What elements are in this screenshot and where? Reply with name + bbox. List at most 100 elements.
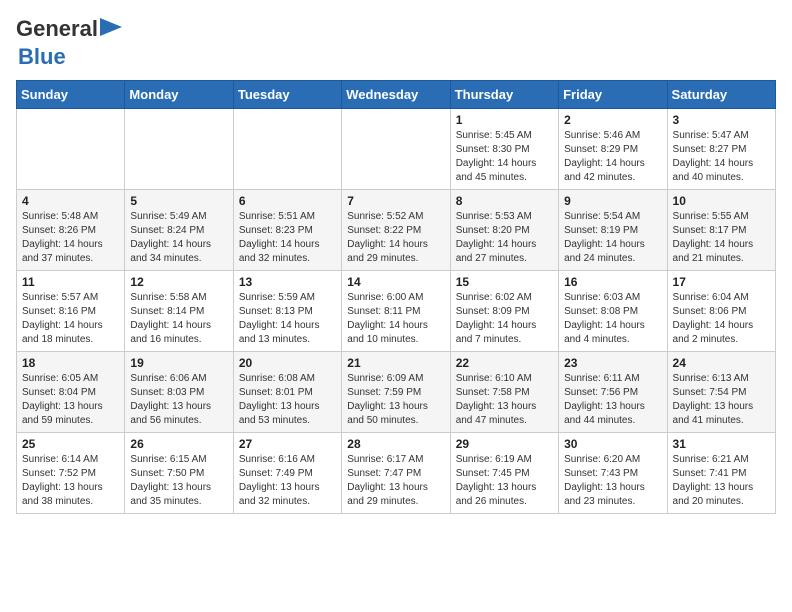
day-info: Sunrise: 6:05 AM Sunset: 8:04 PM Dayligh… [22,372,119,428]
day-info: Sunrise: 6:20 AM Sunset: 7:43 PM Dayligh… [564,453,661,509]
calendar-week-row: 25 Sunrise: 6:14 AM Sunset: 7:52 PM Dayli… [17,433,776,514]
day-info: Sunrise: 6:09 AM Sunset: 7:59 PM Dayligh… [347,372,444,428]
calendar-cell: 31Sunrise: 6:21 AM Sunset: 7:41 PM Dayli… [667,433,775,514]
day-number: 1 [456,113,553,127]
logo-general: General [16,16,98,41]
day-info: Sunrise: 6:19 AM Sunset: 7:45 PM Dayligh… [456,453,553,509]
day-number: 11 [22,275,119,289]
day-number: 8 [456,194,553,208]
calendar-cell [125,109,233,190]
day-number: 5 [130,194,227,208]
day-info: Sunrise: 6:08 AM Sunset: 8:01 PM Dayligh… [239,372,336,428]
calendar-cell: 23 Sunrise: 6:11 AM Sunset: 7:56 PM Dayli… [559,352,667,433]
day-number: 3 [673,113,770,127]
calendar-cell: 5Sunrise: 5:49 AM Sunset: 8:24 PM Daylig… [125,190,233,271]
calendar-cell: 18 Sunrise: 6:05 AM Sunset: 8:04 PM Dayli… [17,352,125,433]
day-number: 10 [673,194,770,208]
day-number: 16 [564,275,661,289]
calendar-cell [233,109,341,190]
logo-arrow-icon [100,18,122,36]
calendar-week-row: 18 Sunrise: 6:05 AM Sunset: 8:04 PM Dayli… [17,352,776,433]
calendar-week-row: 4Sunrise: 5:48 AM Sunset: 8:26 PM Daylig… [17,190,776,271]
day-info: Sunrise: 5:55 AM Sunset: 8:17 PM Dayligh… [673,210,770,266]
logo: General Blue [16,16,98,70]
day-number: 14 [347,275,444,289]
calendar-cell: 11 Sunrise: 5:57 AM Sunset: 8:16 PM Dayli… [17,271,125,352]
day-number: 23 [564,356,661,370]
calendar-cell: 24 Sunrise: 6:13 AM Sunset: 7:54 PM Dayli… [667,352,775,433]
calendar-cell: 15 Sunrise: 6:02 AM Sunset: 8:09 PM Dayli… [450,271,558,352]
calendar-cell: 25 Sunrise: 6:14 AM Sunset: 7:52 PM Dayli… [17,433,125,514]
day-number: 15 [456,275,553,289]
day-number: 6 [239,194,336,208]
calendar-cell: 30 Sunrise: 6:20 AM Sunset: 7:43 PM Dayli… [559,433,667,514]
calendar-cell: 28Sunrise: 6:17 AM Sunset: 7:47 PM Dayli… [342,433,450,514]
day-info: Sunrise: 5:57 AM Sunset: 8:16 PM Dayligh… [22,291,119,347]
day-info: Sunrise: 6:06 AM Sunset: 8:03 PM Dayligh… [130,372,227,428]
day-info: Sunrise: 6:00 AM Sunset: 8:11 PM Dayligh… [347,291,444,347]
day-info: Sunrise: 6:15 AM Sunset: 7:50 PM Dayligh… [130,453,227,509]
calendar-week-row: 1Sunrise: 5:45 AM Sunset: 8:30 PM Daylig… [17,109,776,190]
calendar-cell: 1Sunrise: 5:45 AM Sunset: 8:30 PM Daylig… [450,109,558,190]
day-info: Sunrise: 6:17 AM Sunset: 7:47 PM Dayligh… [347,453,444,509]
day-info: Sunrise: 6:02 AM Sunset: 8:09 PM Dayligh… [456,291,553,347]
day-number: 29 [456,437,553,451]
calendar-cell: 16 Sunrise: 6:03 AM Sunset: 8:08 PM Dayli… [559,271,667,352]
day-number: 18 [22,356,119,370]
day-info: Sunrise: 6:11 AM Sunset: 7:56 PM Dayligh… [564,372,661,428]
page-header: General Blue [16,16,776,70]
day-info: Sunrise: 6:16 AM Sunset: 7:49 PM Dayligh… [239,453,336,509]
day-info: Sunrise: 5:58 AM Sunset: 8:14 PM Dayligh… [130,291,227,347]
weekday-header-saturday: Saturday [667,81,775,109]
day-number: 30 [564,437,661,451]
day-info: Sunrise: 6:04 AM Sunset: 8:06 PM Dayligh… [673,291,770,347]
day-info: Sunrise: 6:03 AM Sunset: 8:08 PM Dayligh… [564,291,661,347]
calendar-cell: 7 Sunrise: 5:52 AM Sunset: 8:22 PM Daylig… [342,190,450,271]
day-number: 26 [130,437,227,451]
calendar-cell: 29 Sunrise: 6:19 AM Sunset: 7:45 PM Dayli… [450,433,558,514]
day-info: Sunrise: 5:52 AM Sunset: 8:22 PM Dayligh… [347,210,444,266]
day-number: 12 [130,275,227,289]
calendar-cell: 14 Sunrise: 6:00 AM Sunset: 8:11 PM Dayli… [342,271,450,352]
weekday-header-friday: Friday [559,81,667,109]
weekday-header-wednesday: Wednesday [342,81,450,109]
day-number: 13 [239,275,336,289]
day-info: Sunrise: 5:54 AM Sunset: 8:19 PM Dayligh… [564,210,661,266]
calendar-week-row: 11 Sunrise: 5:57 AM Sunset: 8:16 PM Dayli… [17,271,776,352]
day-info: Sunrise: 6:13 AM Sunset: 7:54 PM Dayligh… [673,372,770,428]
calendar-cell: 3 Sunrise: 5:47 AM Sunset: 8:27 PM Daylig… [667,109,775,190]
calendar-cell: 6 Sunrise: 5:51 AM Sunset: 8:23 PM Daylig… [233,190,341,271]
calendar-table: SundayMondayTuesdayWednesdayThursdayFrid… [16,80,776,514]
calendar-cell: 8Sunrise: 5:53 AM Sunset: 8:20 PM Daylig… [450,190,558,271]
weekday-header-row: SundayMondayTuesdayWednesdayThursdayFrid… [17,81,776,109]
day-number: 21 [347,356,444,370]
day-number: 19 [130,356,227,370]
day-info: Sunrise: 5:46 AM Sunset: 8:29 PM Dayligh… [564,129,661,185]
weekday-header-tuesday: Tuesday [233,81,341,109]
day-info: Sunrise: 5:59 AM Sunset: 8:13 PM Dayligh… [239,291,336,347]
day-number: 7 [347,194,444,208]
day-info: Sunrise: 6:21 AM Sunset: 7:41 PM Dayligh… [673,453,770,509]
calendar-cell: 12 Sunrise: 5:58 AM Sunset: 8:14 PM Dayli… [125,271,233,352]
calendar-cell: 17 Sunrise: 6:04 AM Sunset: 8:06 PM Dayli… [667,271,775,352]
day-info: Sunrise: 5:47 AM Sunset: 8:27 PM Dayligh… [673,129,770,185]
calendar-cell [342,109,450,190]
calendar-cell: 4Sunrise: 5:48 AM Sunset: 8:26 PM Daylig… [17,190,125,271]
logo-blue: Blue [18,44,66,69]
day-info: Sunrise: 5:51 AM Sunset: 8:23 PM Dayligh… [239,210,336,266]
calendar-cell: 20 Sunrise: 6:08 AM Sunset: 8:01 PM Dayli… [233,352,341,433]
day-number: 20 [239,356,336,370]
calendar-cell: 22Sunrise: 6:10 AM Sunset: 7:58 PM Dayli… [450,352,558,433]
calendar-cell: 19 Sunrise: 6:06 AM Sunset: 8:03 PM Dayli… [125,352,233,433]
day-info: Sunrise: 6:14 AM Sunset: 7:52 PM Dayligh… [22,453,119,509]
calendar-cell [17,109,125,190]
day-number: 22 [456,356,553,370]
weekday-header-sunday: Sunday [17,81,125,109]
day-number: 17 [673,275,770,289]
day-info: Sunrise: 5:48 AM Sunset: 8:26 PM Dayligh… [22,210,119,266]
calendar-cell: 21 Sunrise: 6:09 AM Sunset: 7:59 PM Dayli… [342,352,450,433]
weekday-header-monday: Monday [125,81,233,109]
day-number: 25 [22,437,119,451]
day-number: 2 [564,113,661,127]
day-number: 24 [673,356,770,370]
